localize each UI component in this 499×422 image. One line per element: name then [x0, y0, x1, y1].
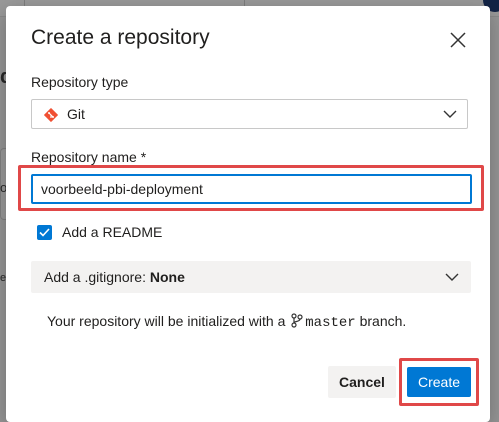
cancel-button[interactable]: Cancel — [328, 366, 396, 398]
gitignore-dropdown[interactable]: Add a .gitignore: None — [31, 261, 471, 293]
readme-checkbox-label[interactable]: Add a README — [62, 224, 162, 240]
info-prefix: Your repository will be initialized with… — [47, 313, 286, 329]
git-icon — [44, 108, 58, 122]
gitignore-label-text: Add a .gitignore: — [44, 269, 146, 285]
repository-type-select[interactable]: Git — [31, 99, 468, 129]
close-button[interactable] — [445, 27, 471, 53]
create-repository-dialog: Create a repository Repository type Git … — [6, 6, 490, 422]
chevron-down-icon — [443, 110, 457, 118]
dialog-title: Create a repository — [31, 26, 210, 49]
gitignore-value: None — [149, 269, 185, 285]
checkmark-icon — [39, 228, 50, 237]
repository-type-label: Repository type — [31, 74, 129, 90]
chevron-down-icon — [445, 273, 459, 281]
repository-name-label: Repository name * — [31, 149, 147, 165]
branch-icon — [291, 313, 303, 328]
repository-name-input[interactable] — [31, 174, 472, 204]
create-button[interactable]: Create — [407, 367, 471, 397]
repository-type-value: Git — [67, 106, 85, 122]
info-suffix: branch. — [359, 313, 407, 329]
gitignore-label: Add a .gitignore: None — [44, 269, 185, 285]
initialization-info: Your repository will be initialized with… — [47, 313, 406, 331]
branch-name: master — [305, 315, 356, 331]
close-icon[interactable] — [450, 32, 466, 48]
readme-checkbox[interactable] — [37, 225, 52, 240]
